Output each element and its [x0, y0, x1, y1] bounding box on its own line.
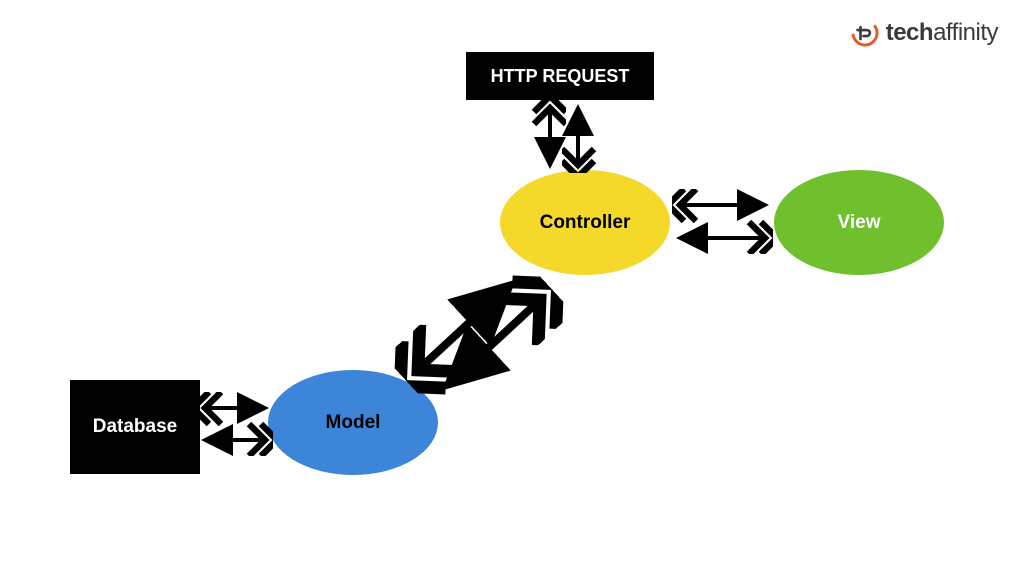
- arrow-controller-model: [418, 285, 540, 385]
- http-request-label: HTTP REQUEST: [491, 66, 630, 87]
- database-node: Database: [70, 380, 200, 474]
- arrow-controller-view: [680, 205, 765, 238]
- brand-name: techaffinity: [886, 19, 998, 47]
- model-node: Model: [268, 370, 438, 475]
- view-node: View: [774, 170, 944, 275]
- logo-icon: [850, 18, 880, 48]
- arrow-database-model: [205, 408, 265, 440]
- brand-logo: techaffinity: [850, 18, 998, 48]
- controller-label: Controller: [540, 212, 631, 234]
- controller-node: Controller: [500, 170, 670, 275]
- http-request-node: HTTP REQUEST: [466, 52, 654, 100]
- model-label: Model: [326, 412, 381, 434]
- database-label: Database: [93, 416, 178, 438]
- arrow-http-controller: [550, 108, 578, 165]
- view-label: View: [838, 212, 881, 234]
